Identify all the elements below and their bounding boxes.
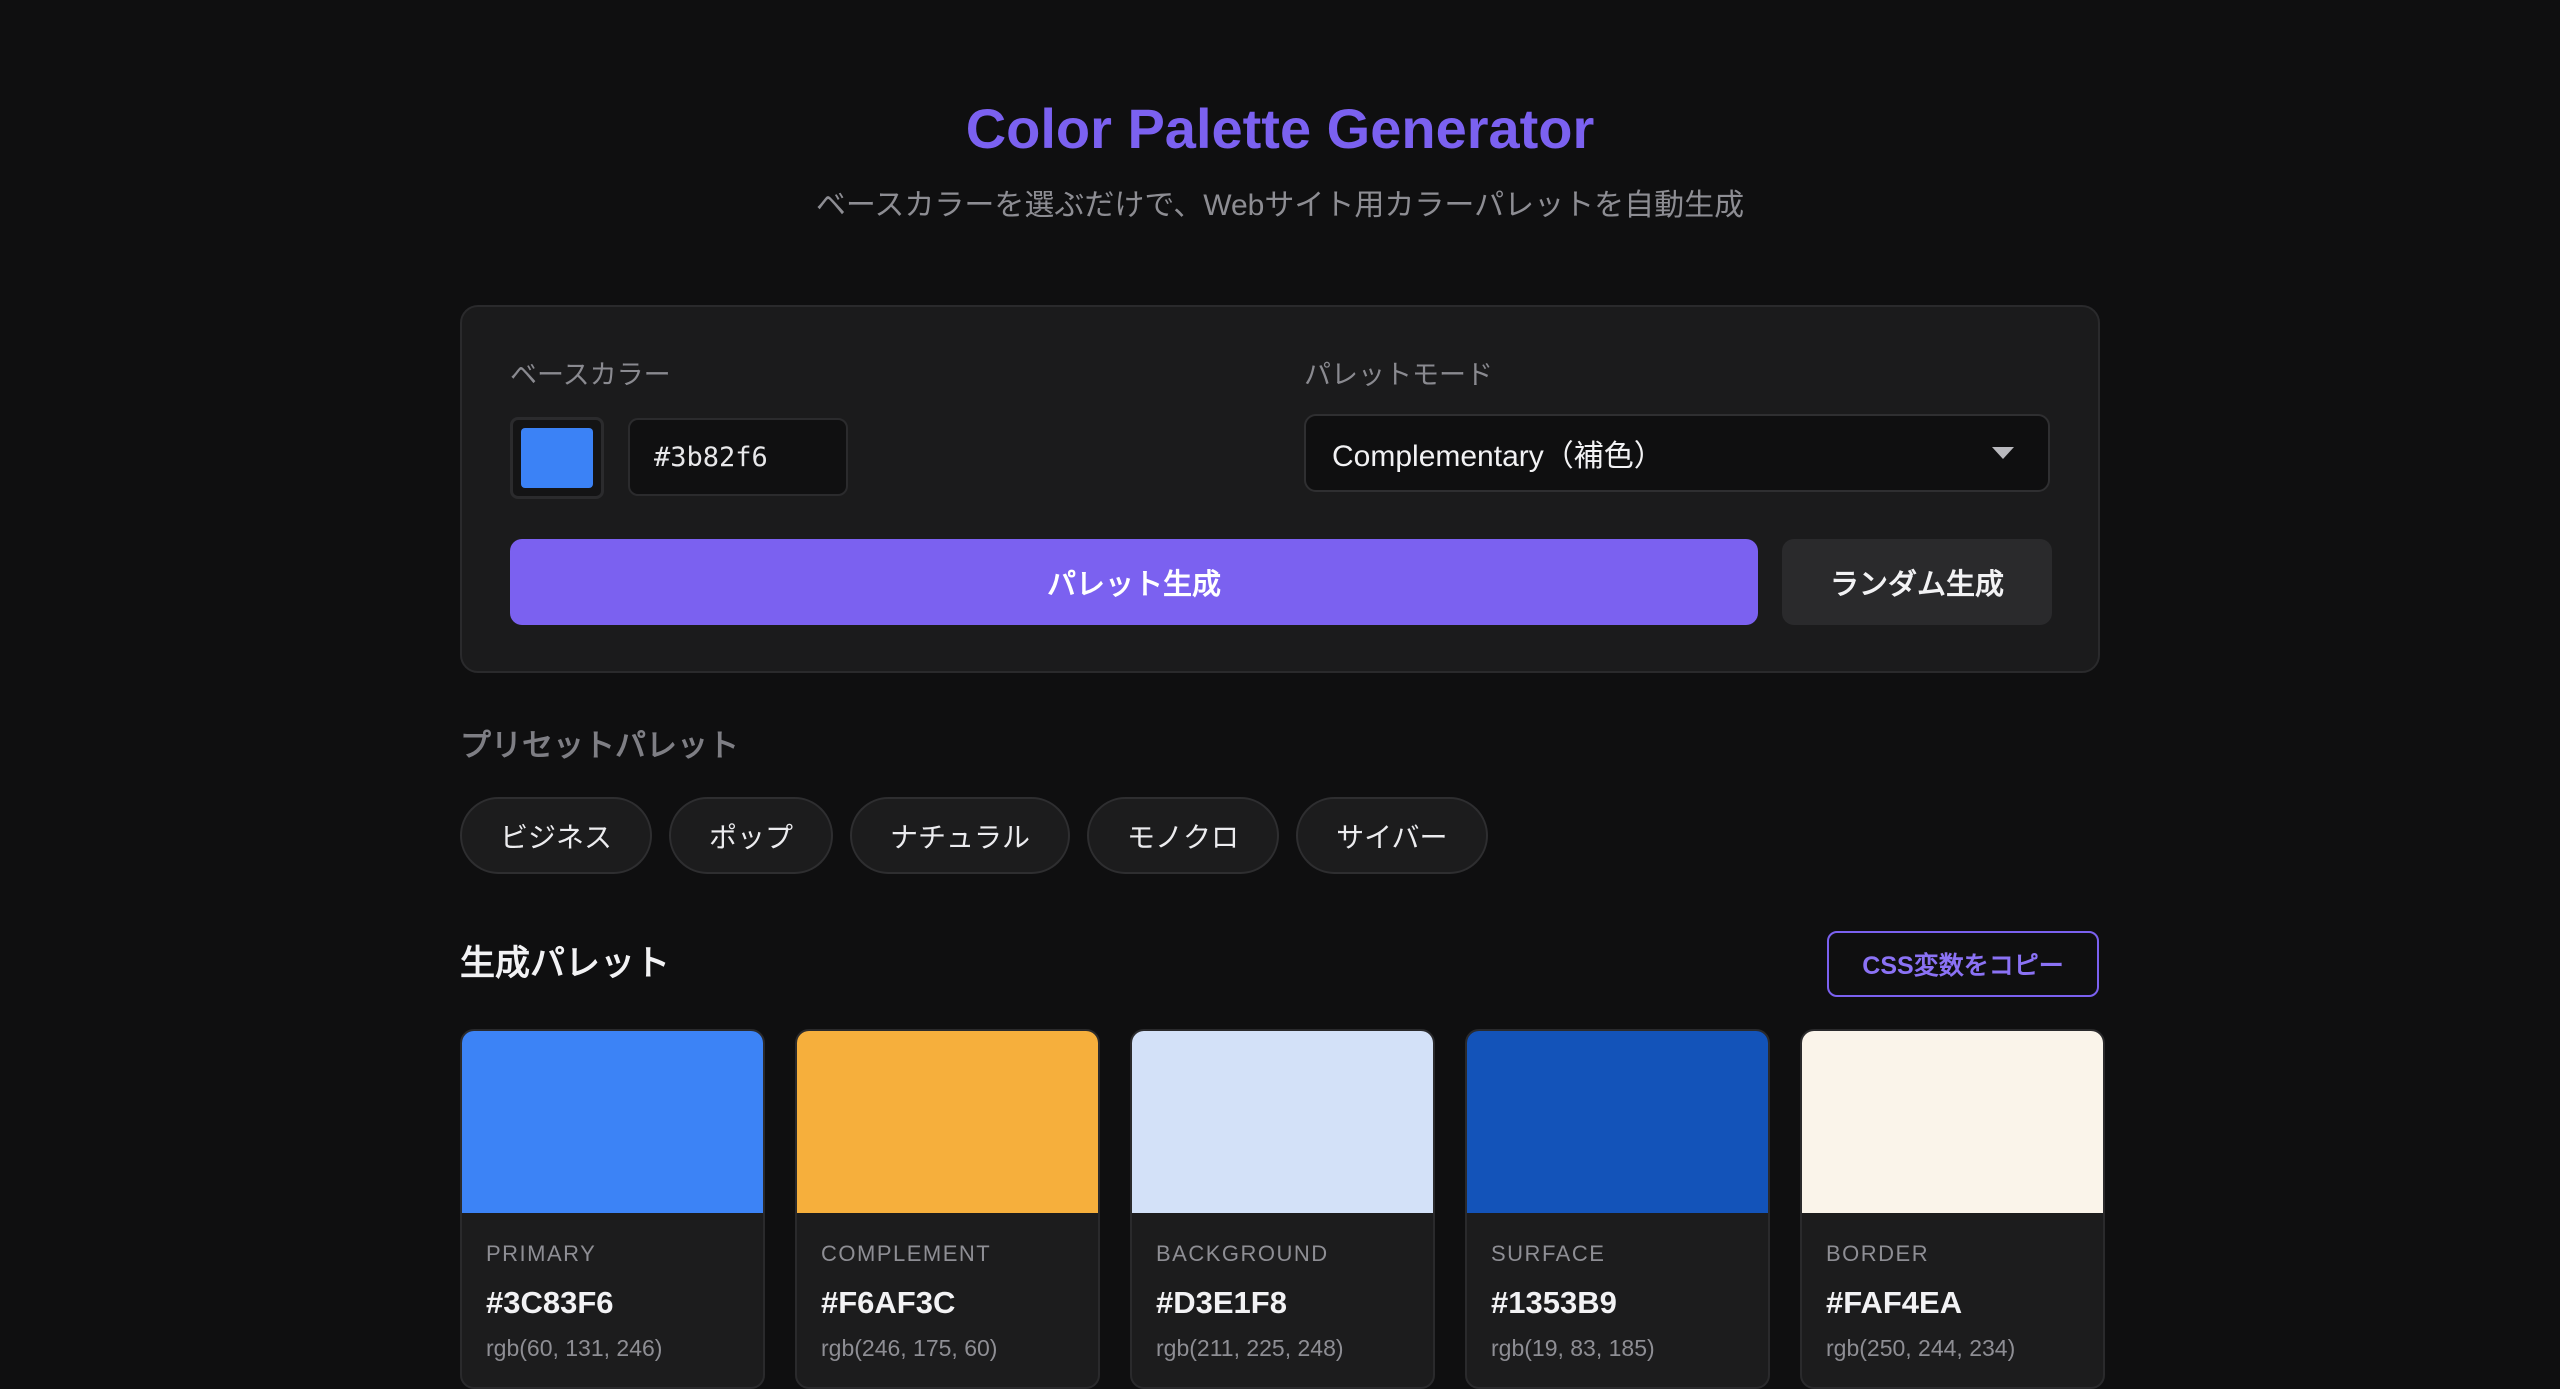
preset-chip-business[interactable]: ビジネス	[460, 797, 653, 874]
generate-palette-button[interactable]: パレット生成	[510, 539, 1758, 625]
palette-mode-value: Complementary（補色）	[1332, 440, 1664, 473]
card-role: BORDER	[1826, 1241, 1930, 1266]
card-swatch	[797, 1031, 1098, 1213]
palette-mode-select[interactable]: Complementary（補色）	[1304, 414, 2050, 492]
palette-card-primary[interactable]: PRIMARY #3C83F6 rgb(60, 131, 246)	[460, 1029, 765, 1389]
card-role: SURFACE	[1491, 1241, 1606, 1266]
control-panel: ベースカラー パレットモード Complementary（補色） パレット生成 …	[460, 305, 2100, 673]
card-hex: #3C83F6	[486, 1285, 614, 1320]
card-rgb: rgb(60, 131, 246)	[486, 1335, 663, 1361]
card-swatch	[1802, 1031, 2103, 1213]
card-rgb: rgb(211, 225, 248)	[1156, 1335, 1344, 1361]
card-role: PRIMARY	[486, 1241, 597, 1266]
palette-card-complement[interactable]: COMPLEMENT #F6AF3C rgb(246, 175, 60)	[795, 1029, 1100, 1389]
palette-card-background[interactable]: BACKGROUND #D3E1F8 rgb(211, 225, 248)	[1130, 1029, 1435, 1389]
copy-css-variables-button[interactable]: CSS変数をコピー	[1827, 931, 2099, 997]
preset-list: ビジネス ポップ ナチュラル モノクロ サイバー	[460, 797, 1488, 874]
base-color-label: ベースカラー	[510, 360, 671, 390]
preset-chip-cyber[interactable]: サイバー	[1296, 797, 1488, 874]
card-hex: #FAF4EA	[1826, 1285, 1963, 1320]
preset-heading: プリセットパレット	[460, 728, 739, 763]
palette-card-border[interactable]: BORDER #FAF4EA rgb(250, 244, 234)	[1800, 1029, 2105, 1389]
preset-chip-pop[interactable]: ポップ	[669, 797, 834, 874]
generated-palette-heading: 生成パレット	[460, 944, 671, 983]
palette-card-list: PRIMARY #3C83F6 rgb(60, 131, 246) COMPLE…	[460, 1029, 2105, 1389]
preset-chip-natural[interactable]: ナチュラル	[850, 797, 1071, 874]
card-role: COMPLEMENT	[821, 1241, 992, 1266]
palette-card-surface[interactable]: SURFACE #1353B9 rgb(19, 83, 185)	[1465, 1029, 1770, 1389]
card-rgb: rgb(246, 175, 60)	[821, 1335, 998, 1361]
base-color-swatch	[521, 428, 593, 488]
palette-mode-label: パレットモード	[1304, 360, 1493, 390]
card-rgb: rgb(250, 244, 234)	[1826, 1335, 2016, 1361]
card-role: BACKGROUND	[1156, 1241, 1329, 1266]
card-swatch	[1132, 1031, 1433, 1213]
card-swatch	[1467, 1031, 1768, 1213]
card-rgb: rgb(19, 83, 185)	[1491, 1335, 1655, 1361]
chevron-down-icon	[1992, 447, 2014, 459]
random-generate-button[interactable]: ランダム生成	[1782, 539, 2052, 625]
card-swatch	[462, 1031, 763, 1213]
base-color-hex-input[interactable]	[628, 418, 848, 496]
page-subtitle: ベースカラーを選ぶだけで、Webサイト用カラーパレットを自動生成	[815, 189, 1745, 222]
card-hex: #1353B9	[1491, 1285, 1617, 1320]
page-title: Color Palette Generator	[965, 97, 1595, 160]
preset-chip-monochrome[interactable]: モノクロ	[1087, 797, 1280, 874]
base-color-picker[interactable]	[510, 417, 604, 499]
card-hex: #D3E1F8	[1156, 1285, 1287, 1320]
card-hex: #F6AF3C	[821, 1285, 956, 1320]
